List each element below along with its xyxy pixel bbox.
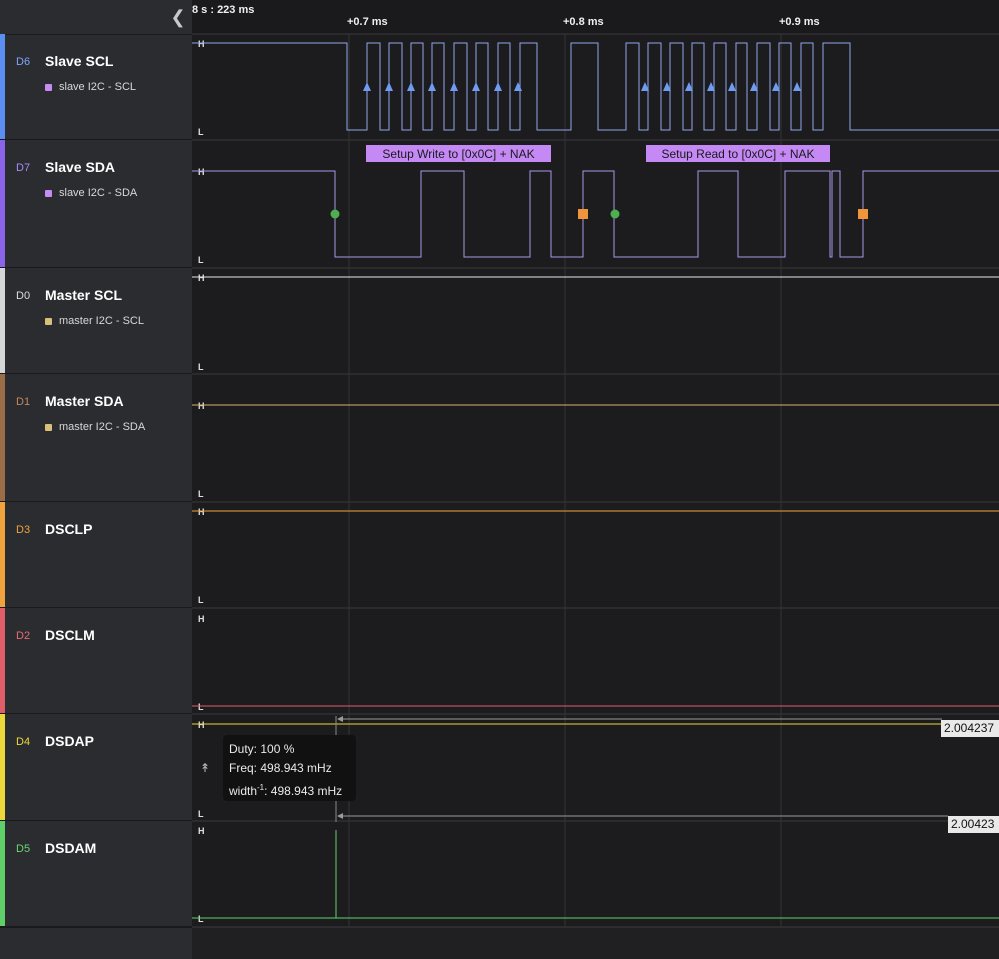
channel-lane: [192, 140, 999, 268]
channel-id: D0: [16, 290, 31, 302]
analyzer-name: master I2C - SDA: [59, 421, 146, 433]
channel-name[interactable]: DSCLP: [45, 521, 92, 537]
measurement-tooltip: Duty: 100 % Freq: 498.943 mHz width-1: 4…: [223, 735, 356, 801]
channel-row-d7[interactable]: D7 Slave SDA slave I2C - SDA: [0, 140, 192, 268]
channel-id: D1: [16, 396, 31, 408]
level-low-label: L: [198, 255, 204, 265]
channel-row-d0[interactable]: D0 Master SCL master I2C - SCL: [0, 268, 192, 374]
bottom-scroll-bar[interactable]: [192, 927, 999, 959]
freq-readout: Freq: 498.943 mHz: [229, 761, 332, 775]
channel-sidebar: ❮ D6 Slave SCL slave I2C - SCL D7 Slave SDA s…: [0, 0, 192, 959]
duty-readout: Duty: 100 %: [229, 742, 295, 756]
level-high-label: H: [198, 614, 205, 624]
analyzer-label[interactable]: master I2C - SCL: [45, 315, 144, 327]
d4-value-tag: 2.004237: [941, 720, 999, 737]
channel-row-d6[interactable]: D6 Slave SCL slave I2C - SCL: [0, 34, 192, 140]
channel-id: D3: [16, 524, 31, 536]
stop-marker: [858, 209, 868, 219]
channel-name[interactable]: DSDAM: [45, 840, 96, 856]
channel-color-bar: [0, 821, 5, 926]
channel-lane: [192, 821, 999, 927]
channel-name[interactable]: Slave SDA: [45, 159, 115, 175]
channel-color-bar: [0, 268, 5, 373]
sidebar-header: ❮: [0, 0, 192, 35]
channel-row-d3[interactable]: D3 DSCLP: [0, 502, 192, 608]
channel-name[interactable]: Master SDA: [45, 393, 124, 409]
analyzer-name: slave I2C - SDA: [59, 187, 138, 199]
level-high-label: H: [198, 826, 205, 836]
level-high-label: H: [198, 273, 205, 283]
channel-name[interactable]: DSDAP: [45, 733, 94, 749]
level-low-label: L: [198, 914, 204, 924]
channel-lane: [192, 374, 999, 502]
analyzer-swatch: [45, 317, 52, 325]
level-low-label: L: [198, 362, 204, 372]
channel-row-d5[interactable]: D5 DSDAM: [0, 821, 192, 927]
channel-color-bar: [0, 34, 5, 139]
level-low-label: L: [198, 595, 204, 605]
channel-id: D5: [16, 843, 31, 855]
channel-id: D2: [16, 630, 31, 642]
channel-lane: [192, 34, 999, 140]
level-high-label: H: [198, 167, 205, 177]
channel-name[interactable]: Slave SCL: [45, 53, 113, 69]
analyzer-swatch: [45, 83, 52, 91]
analyzer-label[interactable]: slave I2C - SCL: [45, 81, 136, 93]
level-high-label: H: [198, 720, 205, 730]
width-readout: width-1: 498.943 mHz: [229, 783, 343, 798]
analyzer-name: master I2C - SCL: [59, 315, 144, 327]
waveform-area[interactable]: HHHHHHHHLLLLLLLLSetup Write to [0x0C] + …: [192, 0, 999, 958]
start-marker: [610, 209, 620, 219]
channel-lane: [192, 502, 999, 608]
channel-name[interactable]: DSCLM: [45, 627, 95, 643]
analyzer-label[interactable]: master I2C - SDA: [45, 421, 145, 433]
channel-name[interactable]: Master SCL: [45, 287, 122, 303]
channel-row-d2[interactable]: D2 DSCLM: [0, 608, 192, 714]
level-low-label: L: [198, 127, 204, 137]
level-low-label: L: [198, 809, 204, 819]
level-high-label: H: [198, 401, 205, 411]
analyzer-name: slave I2C - SCL: [59, 81, 137, 93]
sidebar-footer: [0, 927, 192, 959]
measurement-icon[interactable]: ↟: [200, 761, 218, 777]
channel-id: D6: [16, 56, 31, 68]
channel-color-bar: [0, 374, 5, 501]
annotation-label: Setup Write to [0x0C] + NAK: [382, 147, 534, 161]
channel-color-bar: [0, 714, 5, 820]
channel-lane: [192, 608, 999, 714]
start-marker: [330, 209, 340, 219]
channel-lane: [192, 268, 999, 374]
channel-color-bar: [0, 140, 5, 267]
level-low-label: L: [198, 489, 204, 499]
analyzer-swatch: [45, 189, 52, 197]
channel-id: D7: [16, 162, 31, 174]
level-high-label: H: [198, 39, 205, 49]
chevron-left-icon[interactable]: ❮: [168, 6, 188, 28]
stop-marker: [578, 209, 588, 219]
analyzer-swatch: [45, 423, 52, 431]
channel-row-d1[interactable]: D1 Master SDA master I2C - SDA: [0, 374, 192, 502]
channel-id: D4: [16, 736, 31, 748]
level-low-label: L: [198, 702, 204, 712]
analyzer-label[interactable]: slave I2C - SDA: [45, 187, 137, 199]
d5-value-tag: 2.00423: [948, 816, 999, 833]
level-high-label: H: [198, 507, 205, 517]
annotation-label: Setup Read to [0x0C] + NAK: [661, 147, 814, 161]
channel-color-bar: [0, 502, 5, 607]
channel-row-d4[interactable]: D4 DSDAP: [0, 714, 192, 821]
channel-color-bar: [0, 608, 5, 713]
